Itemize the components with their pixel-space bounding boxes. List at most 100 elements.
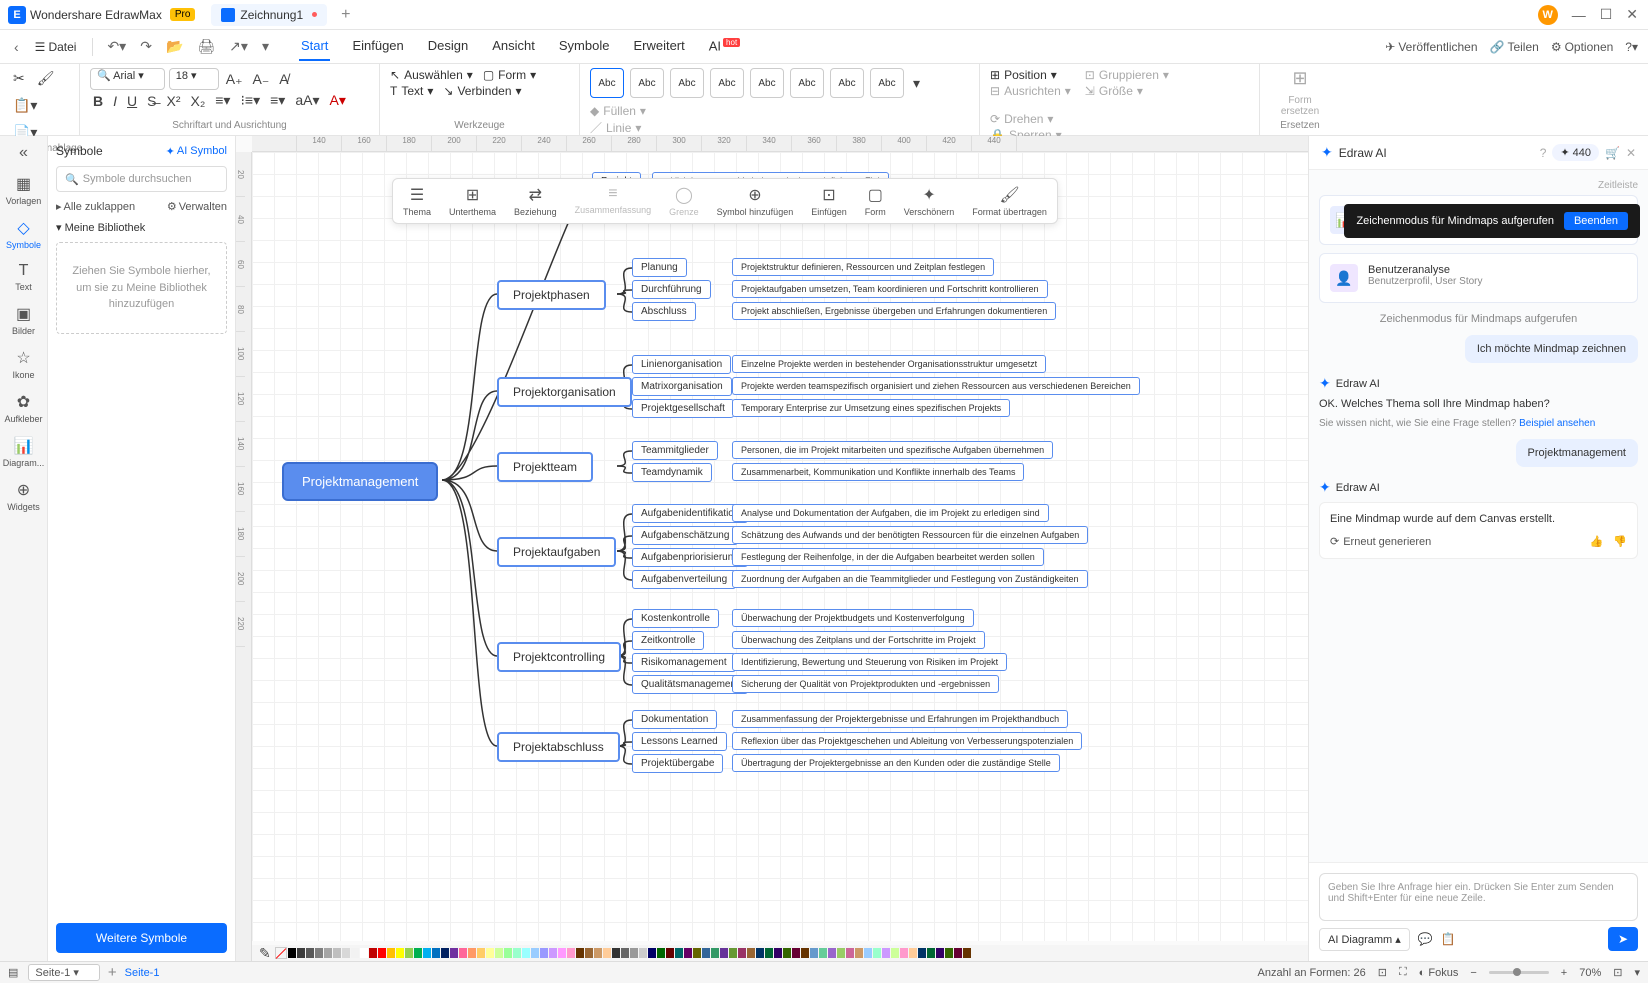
collapse-rail[interactable]: « <box>0 144 47 162</box>
mindmap-branch[interactable]: Projektcontrolling <box>497 642 621 672</box>
ft-summary[interactable]: ≡Zusammenfassung <box>575 185 652 217</box>
color-swatch[interactable] <box>639 948 647 958</box>
share-button[interactable]: 🔗 Teilen <box>1490 40 1539 54</box>
font-size-select[interactable]: 18 ▾ <box>169 68 219 90</box>
mindmap-leaf[interactable]: Durchführung <box>632 280 711 299</box>
font-family-select[interactable]: 🔍 Arial ▾ <box>90 68 165 90</box>
rail-widgets[interactable]: ⊕Widgets <box>0 480 47 512</box>
mindmap-leaf[interactable]: Planung <box>632 258 687 277</box>
color-swatch[interactable] <box>513 948 521 958</box>
mindmap-detail[interactable]: Projekte werden teamspezifisch organisie… <box>732 377 1140 395</box>
ft-add-symbol[interactable]: ⊕Symbol hinzufügen <box>717 185 794 217</box>
text-case-button[interactable]: aA▾ <box>292 90 322 111</box>
underline-button[interactable]: U <box>124 91 140 111</box>
eyedropper-icon[interactable]: ✎ <box>256 943 274 962</box>
example-link[interactable]: Beispiel ansehen <box>1519 418 1595 429</box>
mindmap-detail[interactable]: Projektaufgaben umsetzen, Team koordinie… <box>732 280 1048 298</box>
mindmap-leaf[interactable]: Linienorganisation <box>632 355 731 374</box>
color-swatch[interactable] <box>567 948 575 958</box>
color-swatch[interactable] <box>765 948 773 958</box>
mindmap-leaf[interactable]: Projektgesellschaft <box>632 399 734 418</box>
mindmap-leaf[interactable]: Lessons Learned <box>632 732 727 751</box>
tab-design[interactable]: Design <box>426 32 470 61</box>
format-painter-button[interactable]: 🖌 <box>34 68 58 89</box>
tab-insert[interactable]: Einfügen <box>350 32 405 61</box>
page-list-icon[interactable]: ▤ <box>8 966 18 979</box>
ai-input[interactable]: Geben Sie Ihre Anfrage hier ein. Drücken… <box>1319 873 1638 921</box>
color-swatch[interactable] <box>810 948 818 958</box>
color-swatch[interactable] <box>945 948 953 958</box>
color-swatch[interactable] <box>306 948 314 958</box>
color-swatch[interactable] <box>684 948 692 958</box>
style-preset[interactable]: Abc <box>630 68 664 98</box>
strike-button[interactable]: S̶ <box>144 91 159 111</box>
clear-format-button[interactable]: A̸ <box>276 69 291 89</box>
ft-relation[interactable]: ⇄Beziehung <box>514 185 557 217</box>
thumbs-up-button[interactable]: 👍 <box>1590 535 1604 548</box>
color-swatch[interactable] <box>297 948 305 958</box>
mindmap-detail[interactable]: Festlegung der Reihenfolge, in der die A… <box>732 548 1044 566</box>
color-swatch[interactable] <box>954 948 962 958</box>
color-swatch[interactable] <box>351 948 359 958</box>
no-color[interactable] <box>275 947 287 959</box>
mindmap-leaf[interactable]: Projektübergabe <box>632 754 723 773</box>
mindmap-branch[interactable]: Projektaufgaben <box>497 537 616 567</box>
color-swatch[interactable] <box>702 948 710 958</box>
mindmap-branch[interactable]: Projektphasen <box>497 280 606 310</box>
connector-tool[interactable]: ↘ Verbinden▾ <box>443 84 521 98</box>
line-dropdown[interactable]: ／ Linie▾ <box>590 119 661 136</box>
mindmap-leaf[interactable]: Aufgabenidentifikation <box>632 504 748 523</box>
color-swatch[interactable] <box>846 948 854 958</box>
mindmap-detail[interactable]: Einzelne Projekte werden in bestehender … <box>732 355 1046 373</box>
color-swatch[interactable] <box>585 948 593 958</box>
color-swatch[interactable] <box>522 948 530 958</box>
ft-insert[interactable]: ⊡Einfügen <box>811 185 847 217</box>
increase-font-button[interactable]: A₊ <box>223 69 246 90</box>
color-swatch[interactable] <box>864 948 872 958</box>
rail-diagrams[interactable]: 📊Diagram... <box>0 436 47 468</box>
color-swatch[interactable] <box>621 948 629 958</box>
tab-view[interactable]: Ansicht <box>490 32 537 61</box>
color-swatch[interactable] <box>369 948 377 958</box>
maximize-button[interactable]: ☐ <box>1600 6 1613 23</box>
cut-button[interactable]: ✂ <box>10 68 28 89</box>
mindmap-branch[interactable]: Projektabschluss <box>497 732 620 762</box>
numbering-button[interactable]: ≡▾ <box>267 90 288 111</box>
color-swatch[interactable] <box>909 948 917 958</box>
collapse-all-button[interactable]: ▸ Alle zuklappen <box>56 200 135 213</box>
color-swatch[interactable] <box>324 948 332 958</box>
mindmap-detail[interactable]: Personen, die im Projekt mitarbeiten und… <box>732 441 1053 459</box>
color-swatch[interactable] <box>405 948 413 958</box>
mindmap-detail[interactable]: Projektstruktur definieren, Ressourcen u… <box>732 258 994 276</box>
style-preset[interactable]: Abc <box>830 68 864 98</box>
regenerate-button[interactable]: ⟳ Erneut generieren <box>1330 535 1431 548</box>
color-swatch[interactable] <box>657 948 665 958</box>
group-dropdown[interactable]: ⊡ Gruppieren▾ <box>1085 68 1169 82</box>
more-qat[interactable]: ▾ <box>258 36 273 57</box>
color-swatch[interactable] <box>666 948 674 958</box>
color-swatch[interactable] <box>477 948 485 958</box>
color-swatch[interactable] <box>963 948 971 958</box>
mindmap-leaf[interactable]: Aufgabenverteilung <box>632 570 736 589</box>
color-swatch[interactable] <box>315 948 323 958</box>
list-icon[interactable]: 📋 <box>1441 932 1456 946</box>
ft-form[interactable]: ▢Form <box>865 185 886 217</box>
mindmap-detail[interactable]: Zusammenarbeit, Kommunikation und Konfli… <box>732 463 1024 481</box>
color-swatch[interactable] <box>738 948 746 958</box>
color-swatch[interactable] <box>360 948 368 958</box>
mindmap-detail[interactable]: Identifizierung, Bewertung und Steuerung… <box>732 653 1007 671</box>
tab-symbols[interactable]: Symbole <box>557 32 612 61</box>
color-swatch[interactable] <box>828 948 836 958</box>
mindmap-leaf[interactable]: Matrixorganisation <box>632 377 732 396</box>
color-swatch[interactable] <box>855 948 863 958</box>
color-swatch[interactable] <box>396 948 404 958</box>
style-more[interactable]: ▾ <box>910 73 923 94</box>
canvas-area[interactable]: 1401601802002202402602803003203403603804… <box>236 136 1308 961</box>
tab-start[interactable]: Start <box>299 32 330 61</box>
color-swatch[interactable] <box>900 948 908 958</box>
zoom-out-button[interactable]: − <box>1470 967 1476 979</box>
color-swatch[interactable] <box>288 948 296 958</box>
mindmap-detail[interactable]: Schätzung des Aufwands und der benötigte… <box>732 526 1088 544</box>
mindmap-detail[interactable]: Analyse und Dokumentation der Aufgaben, … <box>732 504 1049 522</box>
publish-button[interactable]: ✈ Veröffentlichen <box>1385 40 1477 54</box>
